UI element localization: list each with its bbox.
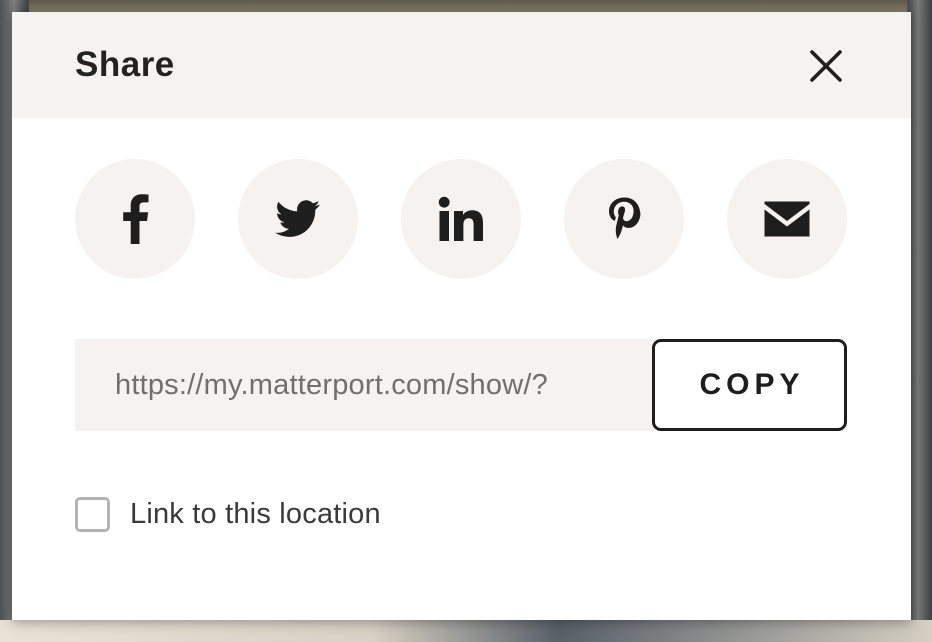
pinterest-icon [609,197,641,239]
facebook-icon [123,194,149,244]
twitter-icon [275,200,321,237]
share-url-field[interactable]: https://my.matterport.com/show/? [75,339,655,431]
facebook-share-button[interactable] [75,159,195,279]
dialog-title: Share [75,45,175,84]
email-share-button[interactable] [727,159,847,279]
social-share-buttons [75,159,847,279]
close-button[interactable] [806,46,846,86]
pinterest-share-button[interactable] [564,159,684,279]
linkedin-share-button[interactable] [401,159,521,279]
twitter-share-button[interactable] [238,159,358,279]
linkedin-icon [438,196,483,241]
link-location-label[interactable]: Link to this location [130,498,381,531]
link-location-option: Link to this location [75,494,381,534]
share-dialog: Share https://my.matterport.com/show/? C… [12,12,911,620]
share-url-text: https://my.matterport.com/show/? [115,368,548,401]
close-icon [810,50,842,82]
copy-button[interactable]: COPY [652,339,847,431]
email-icon [764,201,810,237]
background-floor [0,620,932,642]
dialog-header: Share [12,12,911,118]
link-location-checkbox[interactable] [75,496,110,532]
